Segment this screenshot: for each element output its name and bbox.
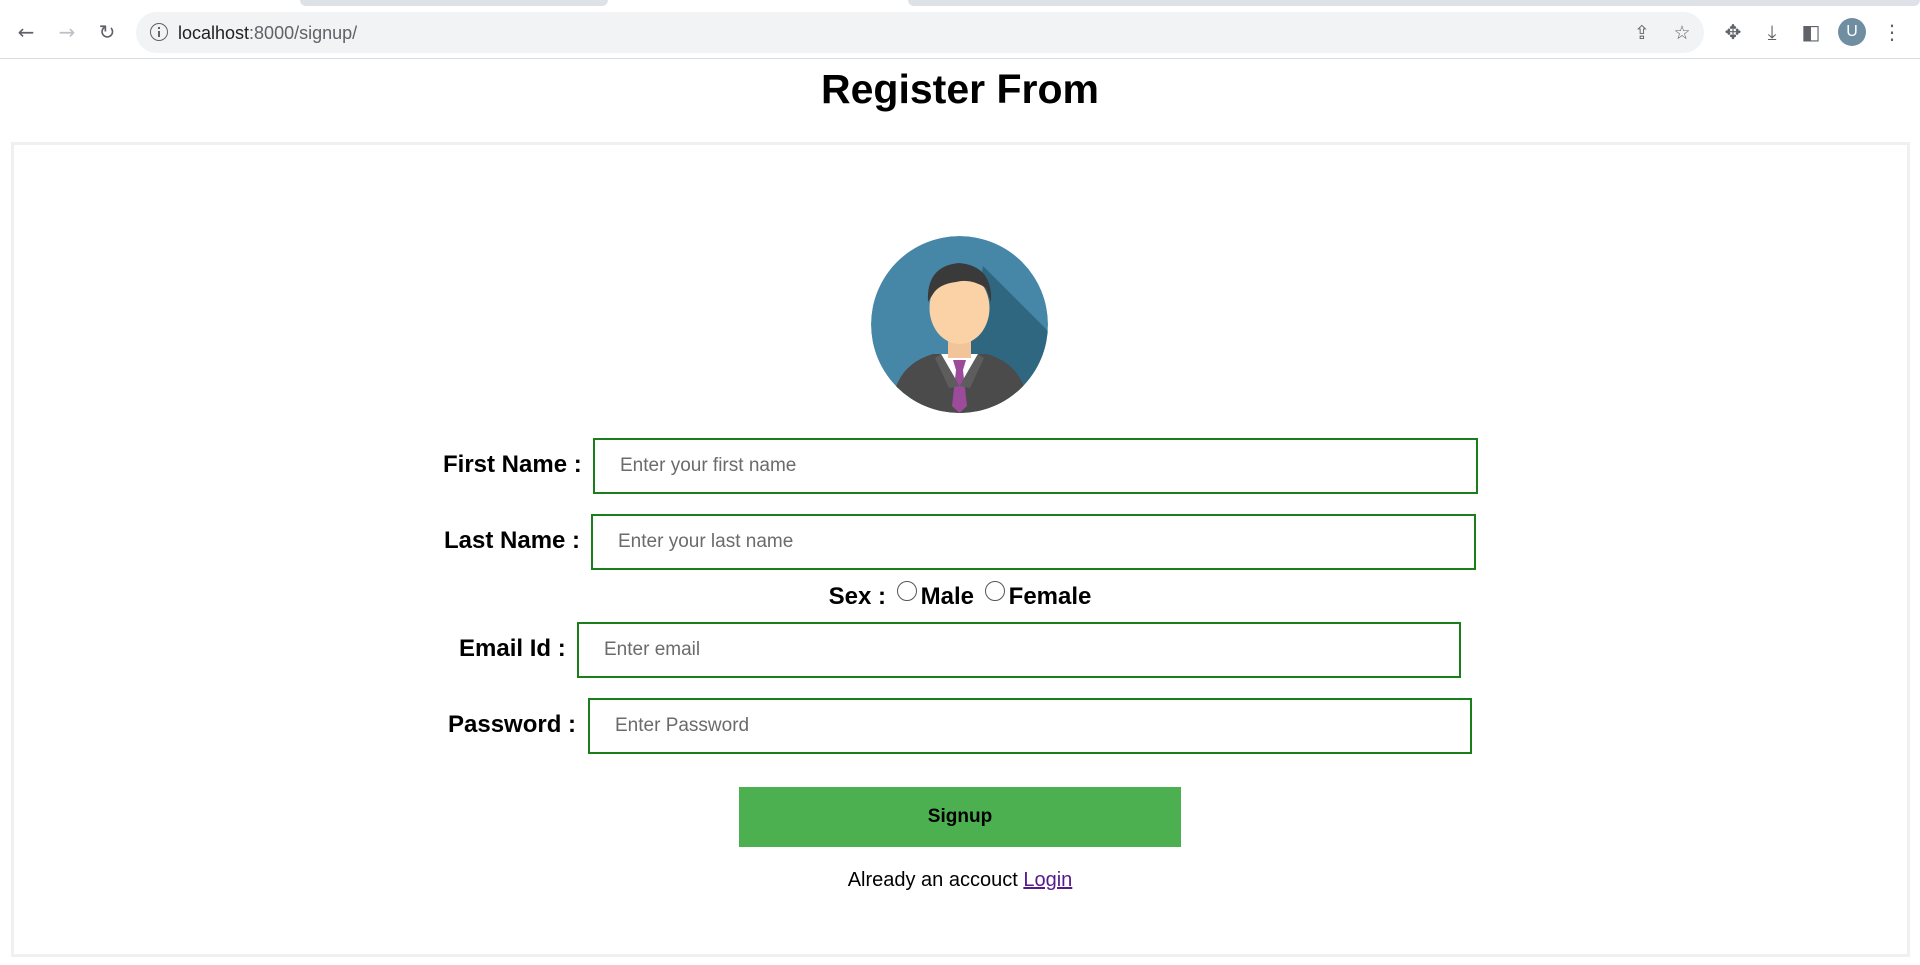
extensions-icon[interactable]: ✥	[1719, 18, 1747, 46]
info-icon[interactable]	[150, 23, 168, 41]
tab-strip	[0, 0, 1920, 6]
sex-row: Sex : Male Female	[0, 581, 1920, 611]
share-icon[interactable]: ⇪	[1630, 21, 1654, 45]
login-link[interactable]: Login	[1023, 869, 1072, 891]
profile-avatar[interactable]: U	[1838, 18, 1866, 46]
male-radio[interactable]	[896, 581, 917, 601]
url-host: localhost	[178, 23, 250, 43]
last-name-input[interactable]	[591, 514, 1476, 570]
login-prompt-text: Already an accouct	[847, 869, 1018, 891]
browser-toolbar: ← → ↻ localhost:8000/signup/ ⇪ ☆ ✥ ⤓ ◧ U…	[0, 0, 1920, 59]
password-input[interactable]	[588, 698, 1472, 754]
download-icon[interactable]: ⤓	[1758, 18, 1786, 46]
star-icon[interactable]: ☆	[1670, 21, 1694, 45]
back-icon[interactable]: ←	[10, 16, 42, 48]
page-title: Register From	[821, 66, 1099, 112]
email-label: Email Id :	[459, 635, 566, 662]
signup-button[interactable]: Signup	[739, 787, 1181, 847]
female-label[interactable]: Female	[1009, 583, 1092, 610]
first-name-input[interactable]	[593, 438, 1478, 494]
email-input[interactable]	[577, 622, 1461, 678]
tab-inactive[interactable]	[300, 0, 608, 6]
login-prompt: Already an accouct Login	[0, 869, 1920, 892]
menu-icon[interactable]: ⋮	[1878, 18, 1906, 46]
forward-icon[interactable]: →	[51, 16, 83, 48]
female-radio[interactable]	[984, 581, 1005, 601]
first-name-label: First Name :	[443, 451, 582, 478]
url-text[interactable]: localhost:8000/signup/	[178, 23, 357, 44]
last-name-label: Last Name :	[444, 527, 581, 554]
sex-label: Sex :	[828, 583, 886, 610]
side-panel-icon[interactable]: ◧	[1797, 18, 1825, 46]
tab-inactive[interactable]	[908, 0, 1920, 6]
user-avatar-icon	[871, 236, 1048, 413]
password-label: Password :	[448, 711, 577, 738]
reload-icon[interactable]: ↻	[91, 16, 123, 48]
address-bar[interactable]: localhost:8000/signup/ ⇪ ☆	[136, 12, 1704, 53]
male-label[interactable]: Male	[921, 583, 974, 610]
url-path: :8000/signup/	[249, 23, 358, 43]
